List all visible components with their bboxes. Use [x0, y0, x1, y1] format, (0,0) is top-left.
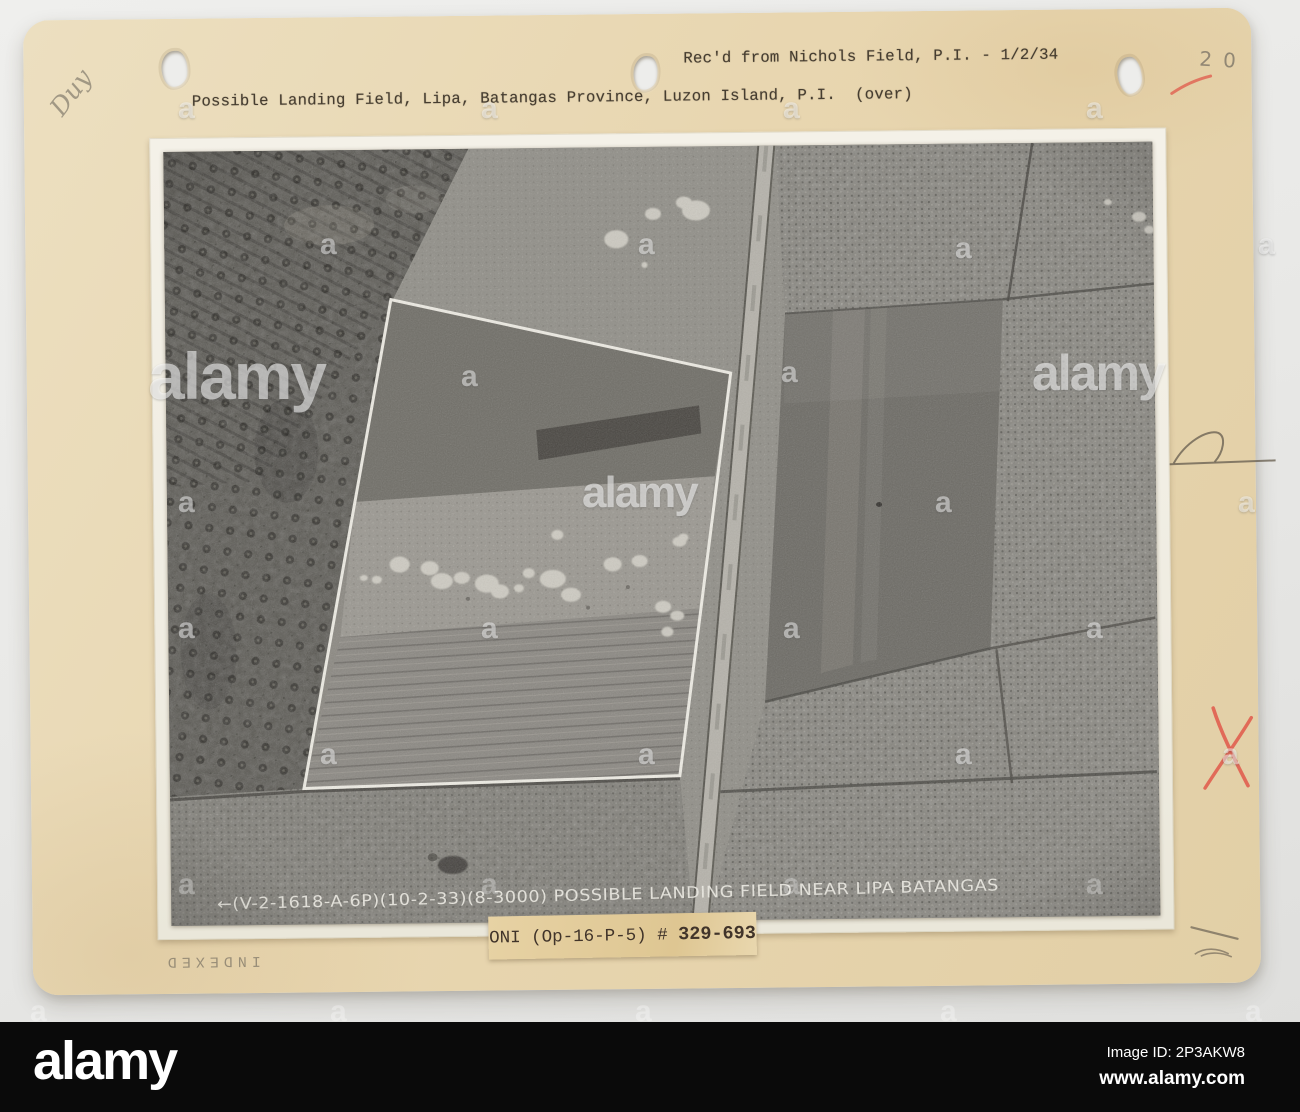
pencil-check-marks [1190, 926, 1239, 958]
alamy-logo: alamy [33, 1031, 178, 1091]
typed-caption-line: Possible Landing Field, Lipa, Batangas P… [191, 85, 913, 111]
footer-bar: alamy Image ID: 2P3AKW8 www.alamy.com [0, 1022, 1300, 1112]
oni-reference-label: ONI (Op-16-P-5) # 329-693 [488, 911, 757, 960]
pencil-triangle-mark [1163, 431, 1276, 466]
punch-hole-left [161, 50, 188, 88]
watermark-a: a [1258, 228, 1275, 261]
image-id: Image ID: 2P3AKW8 [1106, 1044, 1245, 1061]
archive-card: Rec'd from Nichols Field, P.I. - 1/2/34 … [22, 7, 1276, 996]
oni-label-number: 329-693 [678, 922, 757, 946]
photo-mount-mat: ←(V-2-1618-A-6P)(10-2-33)(8-3000) POSSIB… [149, 127, 1175, 941]
aerial-photograph: ←(V-2-1618-A-6P)(10-2-33)(8-3000) POSSIB… [163, 141, 1161, 926]
indexed-stamp: INDEXED [162, 952, 261, 971]
red-pencil-dash [1170, 74, 1213, 95]
aerial-photo-art: ←(V-2-1618-A-6P)(10-2-33)(8-3000) POSSIB… [163, 141, 1161, 926]
oni-label-prefix: ONI (Op-16-P-5) # [489, 924, 679, 949]
alamy-url: www.alamy.com [1099, 1068, 1245, 1089]
pencil-number: 20 [1198, 46, 1248, 74]
typed-receipt-line: Rec'd from Nichols Field, P.I. - 1/2/34 [683, 45, 1059, 68]
punch-hole-right [1115, 55, 1144, 96]
stock-photo-frame: Rec'd from Nichols Field, P.I. - 1/2/34 … [0, 0, 1300, 1112]
red-x-mark [1203, 706, 1253, 790]
punch-hole-center [631, 54, 660, 92]
pencil-initials: Duy [44, 63, 98, 122]
